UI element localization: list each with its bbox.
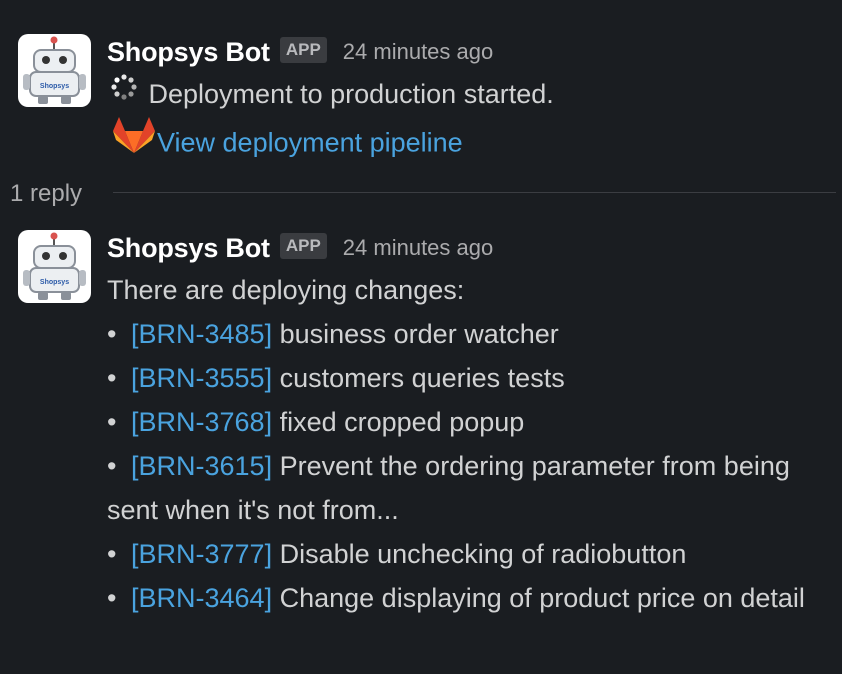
message-header: Shopsys Bot APP 24 minutes ago	[107, 32, 832, 72]
issue-link[interactable]: [BRN-3777]	[131, 539, 272, 569]
bot-avatar[interactable]: Shopsys	[18, 230, 91, 303]
message-timestamp[interactable]: 24 minutes ago	[343, 39, 493, 65]
deployment-status-text: Deployment to production started.	[148, 79, 554, 109]
robot-icon: Shopsys	[23, 36, 86, 104]
message-deployment-started: Shopsys Shopsys Bot APP 24 minutes ago D…	[0, 32, 842, 162]
bullet: •	[107, 451, 117, 481]
change-item: • [BRN-3777] Disable unchecking of radiob…	[107, 532, 832, 576]
changes-intro: There are deploying changes:	[107, 275, 465, 305]
change-text: business order watcher	[279, 319, 559, 349]
message-deploying-changes: Shopsys Shopsys Bot APP 24 minutes ago T…	[0, 228, 842, 668]
change-text: fixed cropped popup	[279, 407, 525, 437]
change-item: • [BRN-3464] Change displaying of product…	[107, 576, 807, 620]
thread-reply-separator: 1 reply	[0, 172, 842, 214]
issue-link[interactable]: [BRN-3464]	[131, 583, 272, 613]
message-timestamp[interactable]: 24 minutes ago	[343, 235, 493, 261]
bot-avatar[interactable]: Shopsys	[18, 34, 91, 107]
loading-spinner-icon	[107, 71, 141, 115]
pipeline-link-line: View deployment pipeline	[107, 115, 832, 171]
bullet: •	[107, 539, 117, 569]
bullet: •	[107, 407, 117, 437]
gitlab-icon	[111, 115, 157, 168]
svg-text:Shopsys: Shopsys	[40, 279, 69, 286]
change-item: • [BRN-3768] fixed cropped popup	[107, 400, 832, 444]
bullet: •	[107, 319, 117, 349]
issue-link[interactable]: [BRN-3555]	[131, 363, 272, 393]
change-item: • [BRN-3485] business order watcher	[107, 312, 832, 356]
change-text: Change displaying of product price on de…	[279, 583, 805, 613]
view-pipeline-link[interactable]: View deployment pipeline	[157, 128, 463, 158]
reply-divider	[113, 192, 836, 193]
change-text: Disable unchecking of radiobutton	[279, 539, 687, 569]
deployment-status-line: Deployment to production started.	[107, 72, 832, 118]
robot-icon: Shopsys	[23, 232, 86, 300]
bullet: •	[107, 583, 117, 613]
reply-count[interactable]: 1 reply	[10, 180, 82, 208]
change-text: customers queries tests	[279, 363, 565, 393]
app-badge: APP	[279, 233, 327, 259]
sender-name[interactable]: Shopsys Bot	[107, 233, 270, 264]
bullet: •	[107, 363, 117, 393]
change-item: • [BRN-3555] customers queries tests	[107, 356, 832, 400]
app-badge: APP	[279, 37, 327, 63]
sender-name[interactable]: Shopsys Bot	[107, 37, 270, 68]
issue-link[interactable]: [BRN-3485]	[131, 319, 272, 349]
svg-text:Shopsys: Shopsys	[40, 83, 69, 90]
message-header: Shopsys Bot APP 24 minutes ago	[107, 228, 832, 268]
issue-link[interactable]: [BRN-3615]	[131, 451, 272, 481]
change-item: • [BRN-3615] Prevent the ordering paramet…	[107, 444, 807, 532]
issue-link[interactable]: [BRN-3768]	[131, 407, 272, 437]
